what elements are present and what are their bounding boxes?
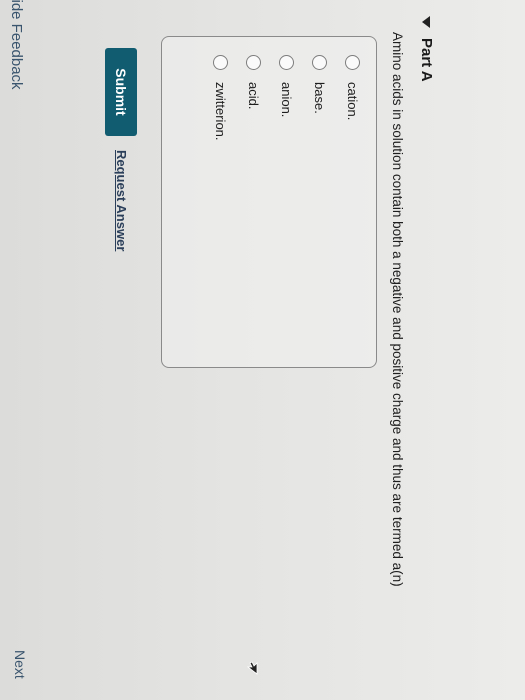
submit-button[interactable]: Submit — [105, 48, 137, 136]
option-label: acid. — [246, 82, 261, 110]
request-answer-link[interactable]: Request Answer — [114, 150, 129, 251]
option-acid[interactable]: acid. — [246, 55, 261, 109]
radio-icon[interactable] — [246, 55, 261, 70]
provide-feedback-link[interactable]: vide Feedback — [8, 0, 25, 90]
part-a-toggle[interactable]: Part A — [418, 16, 435, 82]
radio-icon[interactable] — [312, 55, 327, 70]
option-anion[interactable]: anion. — [279, 55, 294, 117]
answer-options-box: cation. base. anion. acid. zwitterion. — [161, 36, 377, 368]
radio-icon[interactable] — [213, 55, 228, 70]
page-canvas: Part A Amino acids in solution contain b… — [0, 0, 525, 700]
question-text: Amino acids in solution contain both a n… — [390, 32, 405, 587]
next-button[interactable]: Next — [12, 650, 28, 679]
radio-icon[interactable] — [345, 55, 360, 70]
option-label: base. — [312, 82, 327, 114]
option-label: anion. — [279, 82, 294, 118]
collapse-caret-icon — [422, 16, 431, 28]
option-label: zwitterion. — [213, 82, 228, 141]
option-cation[interactable]: cation. — [345, 55, 360, 120]
option-base[interactable]: base. — [312, 55, 327, 114]
part-title: Part A — [418, 38, 435, 82]
radio-icon[interactable] — [279, 55, 294, 70]
option-zwitterion[interactable]: zwitterion. — [213, 55, 228, 141]
mouse-pointer-icon — [246, 661, 258, 675]
option-label: cation. — [345, 82, 360, 121]
